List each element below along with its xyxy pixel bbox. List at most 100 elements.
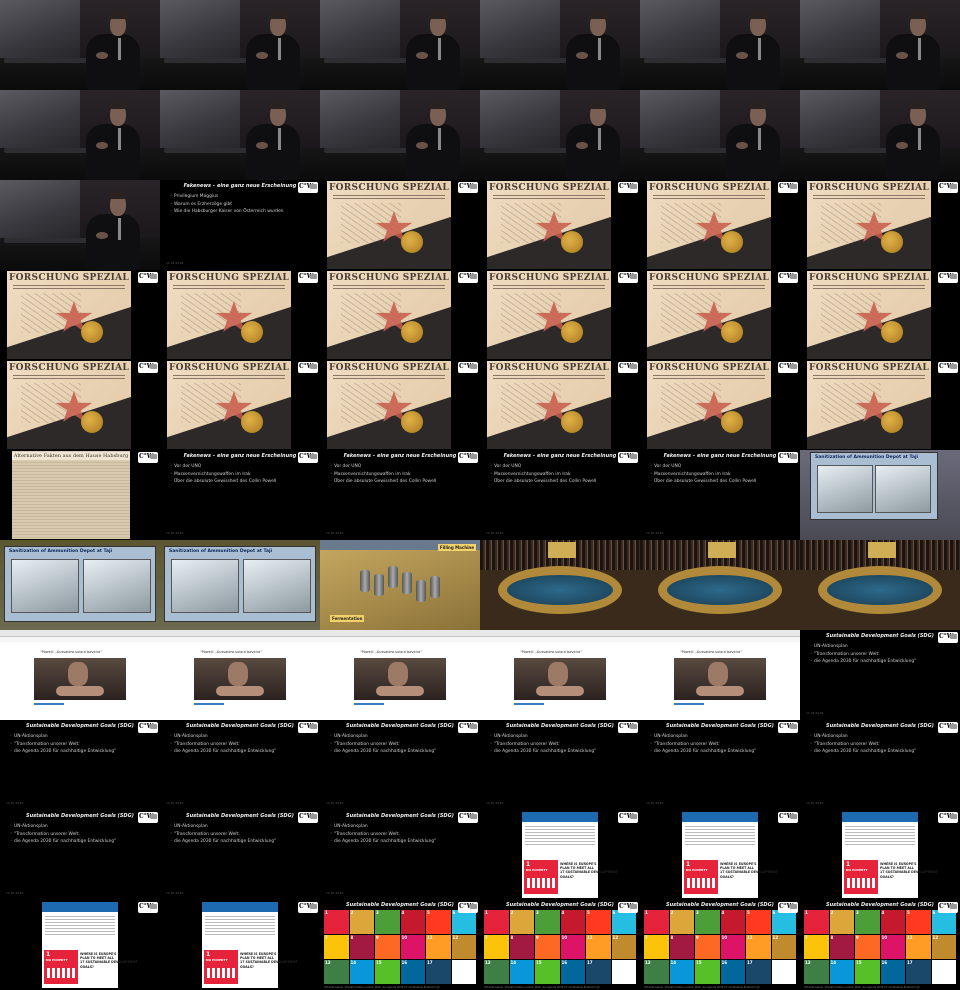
bullet-list: UN-Aktionsplan"Transformation unserer We… [330,733,436,756]
bullet-list: Vor der UNOMassenvernichtungswaffen im I… [490,463,596,486]
newspaper-sub [333,195,445,199]
goal-number: 4 [401,910,405,915]
council-emblem [868,542,896,558]
logo-icon: C°W [618,902,638,913]
bullet-item: UN-Aktionsplan [10,733,116,741]
logo-mark-icon [790,454,797,459]
council-emblem [708,542,736,558]
bullet-item: "Transformation unserer Welt: [10,831,116,839]
slide-title: Sustainable Development Goals (SDG) [26,813,134,819]
logo-mark-icon [790,904,797,909]
sdg-goal-tile: 3 [695,910,720,934]
photo-hands [376,686,424,696]
bullet-item: UN-Aktionsplan [330,733,436,741]
poster-claim: WHERE IS EUROPE'S PLAN TO MEET ALL 17 SU… [560,862,618,879]
bullet-item: UN-Aktionsplan [810,643,916,651]
sdg-goal-tile: 14 [829,960,854,984]
thumbnail-sdg-text: Sustainable Development Goals (SDG) UN-Ak… [160,720,320,810]
speaker-strap [598,38,601,60]
logo-mark-icon [630,454,637,459]
newspaper-sub [13,285,125,289]
newspaper-masthead: FORSCHUNG SPEZIAL [488,183,610,193]
goal-number: 9 [376,935,379,940]
speaker-hair [749,11,767,19]
sdg-goal-tile: 10 [400,935,425,959]
family-icon [687,878,715,888]
goal-name: NO POVERTY [686,868,708,872]
thumbnail-speaker [0,0,160,90]
newspaper-coin [401,321,423,343]
thumbnail-sdg-text: Sustainable Development Goals (SDG) UN-Ak… [480,720,640,810]
logo-mark-icon [790,814,797,819]
thumbnail-sdg-poster: 1 NO POVERTY WHERE IS EUROPE'S PLAN TO MEE… [0,900,160,990]
thumbnail-newspaper: FORSCHUNG SPEZIAL C°W [0,360,160,450]
goal-number: 12 [452,935,459,940]
speaker-wall [160,0,240,62]
thumbnail-newspaper: FORSCHUNG SPEZIAL C°W [320,270,480,360]
thumbnail-sdg-text: Sustainable Development Goals (SDG) UN-Ak… [0,720,160,810]
ammo-photo-left [171,559,239,613]
newspaper-sub [173,375,285,379]
goal-number: 17 [907,960,913,965]
bullet-item: "Transformation unserer Welt: [170,831,276,839]
thumbnail-fakenews-uno: Fakenews – eine ganz neue Erscheinung Vor… [160,450,320,540]
speaker-hair [269,11,287,19]
sdg-goal-tile [931,960,956,984]
sdg-goal-1-tile: 1 NO POVERTY [684,860,718,894]
sdg-goal-tile: 6 [611,910,636,934]
speaker-hair [909,101,927,109]
poster-header [202,902,278,912]
goal-number: 4 [721,910,725,915]
newspaper-masthead: FORSCHUNG SPEZIAL [648,183,770,193]
browser-toolbar [320,630,480,637]
factory-tank [360,570,370,592]
slide-date: 11.01.2018 [6,801,24,805]
newspaper-coin [241,411,263,433]
thumbnail-newspaper: FORSCHUNG SPEZIAL C°W [480,360,640,450]
logo-icon: C°W [618,362,638,373]
bullet-item: Vor der UNO [650,463,756,471]
thumbnail-sdg-text: Sustainable Development Goals (SDG) UN-Ak… [0,810,160,900]
logo-icon: C°W [618,272,638,283]
newspaper-masthead: FORSCHUNG SPEZIAL [328,183,450,193]
sdg-goal-tile: 10 [720,935,745,959]
goal-number: 13 [325,960,331,965]
newspaper-masthead: FORSCHUNG SPEZIAL [168,363,290,373]
browser-tabbar [480,637,640,642]
logo-mark-icon [470,724,477,729]
goal-number: 15 [696,960,702,965]
logo-mark-icon [310,364,317,369]
newspaper-masthead: FORSCHUNG SPEZIAL [328,273,450,283]
logo-icon: C°W [298,362,318,373]
council-table [818,566,942,614]
logo-icon: C°W [458,182,478,193]
photo-face [708,662,728,686]
goal-number: 7 [485,935,488,940]
bullet-list: UN-Aktionsplan"Transformation unserer We… [330,823,436,846]
goal-number: 3 [536,910,539,915]
browser-tabbar [160,637,320,642]
thumbnail-speaker [160,90,320,180]
goal-number: 15 [376,960,382,965]
newspaper-coin [881,231,903,253]
logo-mark-icon [950,184,957,189]
thumbnail-fakenews-uno: Fakenews – eine ganz neue Erscheinung Vor… [320,450,480,540]
sdg-goal-tile: 2 [509,910,534,934]
sdg-caption: UN-Aktionsplan „Transformation unserer W… [644,986,761,989]
thumbnail-fakenews-title: Fakenews – eine ganz neue Erscheinung Pri… [160,180,320,270]
sdg-goal-1-tile: 1 NO POVERTY [524,860,558,894]
thumbnail-sdg-poster: 1 NO POVERTY WHERE IS EUROPE'S PLAN TO MEE… [480,810,640,900]
sdg-goal-grid: 1 2 3 4 5 6 7 8 9 10 11 12 13 14 15 16 17 [324,910,476,984]
thumbnail-ammo: Sanitization of Ammunition Depot at Taji [0,540,160,630]
factory-tank [388,566,398,588]
newspaper-page: FORSCHUNG SPEZIAL [7,271,131,359]
thumbnail-speaker [320,0,480,90]
bullet-item: die Agenda 2030 für nachhaltige Entwickl… [330,838,436,846]
sdg-goal-tile: 6 [931,910,956,934]
sdg-goal-tile: 3 [535,910,560,934]
ammo-title: Sanitization of Ammunition Depot at Taji [9,549,113,554]
sdg-goal-tile: 6 [451,910,476,934]
speaker-strap [918,38,921,60]
factory-tank [416,580,426,602]
article-headline: "Powell: „Aussaldra sulaut baveiro" [520,650,582,654]
